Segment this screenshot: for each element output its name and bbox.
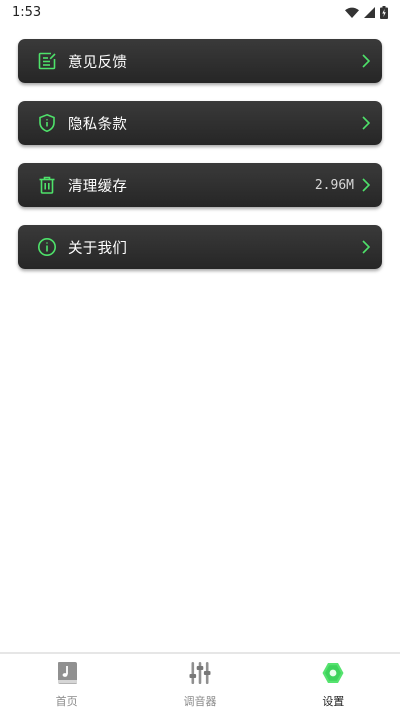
wifi-icon (345, 7, 359, 18)
menu-item-about[interactable]: 关于我们 (18, 225, 382, 269)
tab-settings[interactable]: 设置 (267, 654, 400, 712)
shield-info-icon (37, 113, 57, 133)
chevron-right-icon (362, 178, 372, 192)
info-circle-icon (37, 237, 57, 257)
home-book-icon (54, 660, 80, 686)
status-icons (345, 5, 388, 19)
chevron-right-icon (362, 240, 372, 254)
cache-size-value: 2.96M (314, 177, 354, 193)
menu-item-feedback[interactable]: 意见反馈 (18, 39, 382, 83)
tab-label: 首页 (55, 695, 78, 708)
signal-icon (364, 6, 375, 18)
tab-tuner[interactable]: 调音器 (133, 654, 266, 712)
tab-label: 设置 (322, 695, 345, 708)
tab-label: 调音器 (183, 695, 217, 708)
settings-menu: 意见反馈 隐私条款 清理缓存 2.96M 关于我们 (18, 39, 382, 287)
menu-item-label: 意见反馈 (68, 54, 128, 71)
tab-home[interactable]: 首页 (0, 654, 133, 712)
chevron-right-icon (362, 116, 372, 130)
settings-hexagon-icon (320, 660, 346, 686)
menu-item-privacy[interactable]: 隐私条款 (18, 101, 382, 145)
feedback-edit-icon (37, 51, 57, 71)
menu-item-label: 清理缓存 (68, 178, 128, 195)
menu-item-label: 隐私条款 (68, 116, 128, 133)
battery-icon (380, 5, 388, 19)
chevron-right-icon (362, 54, 372, 68)
trash-icon (37, 175, 57, 195)
bottom-tab-bar: 首页 调音器 设置 (0, 652, 400, 712)
menu-item-label: 关于我们 (68, 240, 128, 257)
status-bar: 1:53 (0, 0, 400, 24)
menu-item-clear-cache[interactable]: 清理缓存 2.96M (18, 163, 382, 207)
tuner-sliders-icon (187, 660, 213, 686)
status-time: 1:53 (12, 4, 42, 20)
